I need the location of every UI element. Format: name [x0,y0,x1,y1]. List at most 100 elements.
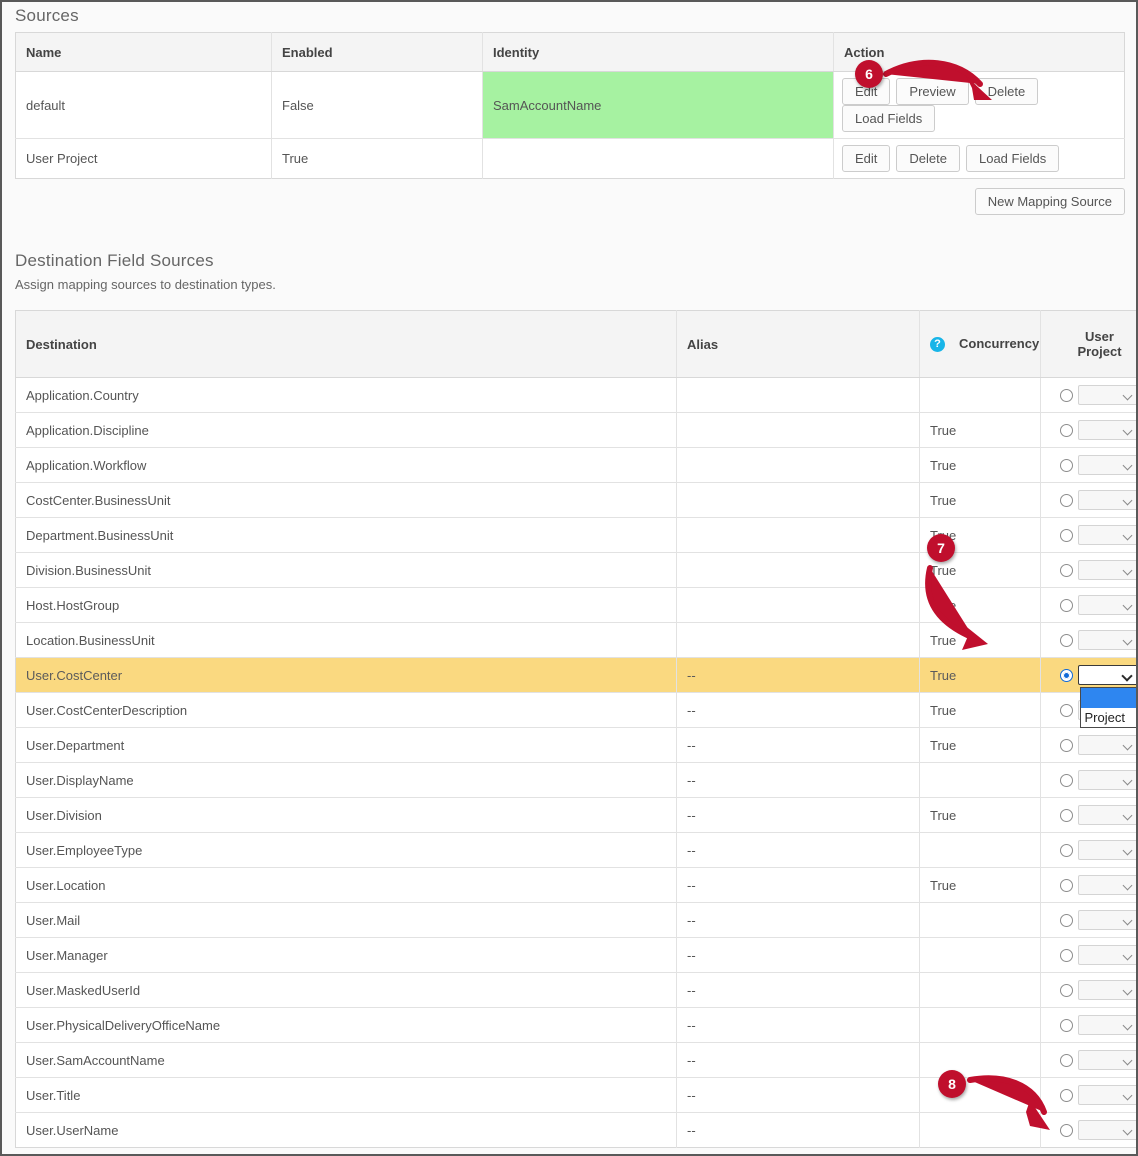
destination-cell-user-project [1041,553,1138,588]
dropdown-option[interactable]: Project [1081,708,1138,727]
destination-cell-concurrency [920,1008,1041,1043]
load-fields-button[interactable]: Load Fields [966,145,1059,172]
edit-button[interactable]: Edit [842,145,890,172]
destination-cell-concurrency: True [920,413,1041,448]
sources-header-row: Name Enabled Identity Action [16,33,1125,72]
destination-cell-concurrency: True [920,658,1041,693]
destination-cell-user-project [1041,973,1138,1008]
sources-row: User ProjectTrueEditDeleteLoad Fields [16,139,1125,179]
destination-row: User.CostCenterDescription--True [16,693,1138,728]
destination-row: User.CostCenter--True [16,658,1138,693]
destination-row: Division.BusinessUnitTrue [16,553,1138,588]
destination-cell-alias: -- [677,798,920,833]
destination-cell-user-project [1041,938,1138,973]
user-project-radio[interactable] [1060,424,1073,437]
user-project-radio[interactable] [1060,1124,1073,1137]
user-project-radio[interactable] [1060,704,1073,717]
destination-cell-alias: -- [677,1043,920,1078]
load-fields-button[interactable]: Load Fields [842,105,935,132]
sources-col-identity: Identity [483,33,834,72]
user-project-select[interactable] [1078,525,1138,545]
destination-cell-user-project [1041,1008,1138,1043]
user-project-select[interactable] [1078,875,1138,895]
user-project-select[interactable] [1078,1085,1138,1105]
user-project-select[interactable] [1078,490,1138,510]
user-project-select[interactable] [1078,630,1138,650]
user-project-radio[interactable] [1060,529,1073,542]
page-root: Sources Name Enabled Identity Action def… [0,0,1138,1156]
user-project-radio[interactable] [1060,669,1073,682]
destination-section-subtitle: Assign mapping sources to destination ty… [2,277,1136,310]
user-project-radio[interactable] [1060,914,1073,927]
destination-cell-concurrency: True [920,588,1041,623]
destination-cell-name: User.UserName [16,1113,677,1148]
user-project-select[interactable] [1078,385,1138,405]
destination-cell-concurrency: True [920,728,1041,763]
sources-section-title: Sources [2,2,1136,32]
destination-cell-user-project [1041,868,1138,903]
sources-cell-enabled: True [272,139,483,179]
user-project-select[interactable] [1078,805,1138,825]
delete-button[interactable]: Delete [975,78,1039,105]
user-project-radio[interactable] [1060,599,1073,612]
destination-cell-name: Host.HostGroup [16,588,677,623]
user-project-radio[interactable] [1060,984,1073,997]
user-project-radio[interactable] [1060,389,1073,402]
sources-cell-enabled: False [272,72,483,139]
destination-section-title: Destination Field Sources [2,215,1136,277]
help-circle-icon[interactable]: ? [930,337,945,352]
user-project-radio[interactable] [1060,1019,1073,1032]
sources-actions-row: New Mapping Source [15,188,1125,215]
user-project-select[interactable] [1078,1015,1138,1035]
user-project-select[interactable] [1078,1120,1138,1140]
destination-row: Application.DisciplineTrue [16,413,1138,448]
destination-cell-concurrency: True [920,693,1041,728]
preview-button[interactable]: Preview [896,78,968,105]
destination-cell-alias: -- [677,1113,920,1148]
destination-cell-concurrency [920,833,1041,868]
user-project-select[interactable] [1078,455,1138,475]
user-project-select[interactable] [1078,420,1138,440]
user-project-select[interactable] [1078,980,1138,1000]
user-project-select[interactable] [1078,735,1138,755]
new-mapping-source-button[interactable]: New Mapping Source [975,188,1125,215]
destination-cell-alias [677,553,920,588]
user-project-radio[interactable] [1060,459,1073,472]
user-project-radio[interactable] [1060,634,1073,647]
destination-cell-user-project [1041,903,1138,938]
destination-cell-alias [677,623,920,658]
user-project-select[interactable] [1078,770,1138,790]
user-project-select[interactable] [1078,945,1138,965]
destination-cell-concurrency: True [920,448,1041,483]
user-project-select[interactable] [1078,595,1138,615]
user-project-radio[interactable] [1060,879,1073,892]
user-project-radio[interactable] [1060,494,1073,507]
destination-cell-name: User.PhysicalDeliveryOfficeName [16,1008,677,1043]
user-project-select[interactable] [1078,560,1138,580]
user-project-radio[interactable] [1060,1089,1073,1102]
user-project-radio[interactable] [1060,1054,1073,1067]
destination-col-destination: Destination [16,311,677,378]
user-project-radio[interactable] [1060,844,1073,857]
user-project-select[interactable] [1078,840,1138,860]
destination-row: User.UserName-- [16,1113,1138,1148]
destination-cell-alias: -- [677,728,920,763]
user-project-radio[interactable] [1060,774,1073,787]
user-project-radio[interactable] [1060,739,1073,752]
user-project-select[interactable] [1078,1050,1138,1070]
destination-cell-name: User.Location [16,868,677,903]
destination-cell-alias: -- [677,693,920,728]
delete-button[interactable]: Delete [896,145,960,172]
user-project-radio[interactable] [1060,949,1073,962]
user-project-radio[interactable] [1060,809,1073,822]
destination-row: Application.Country [16,378,1138,413]
destination-col-concurrency: ?Concurrency [920,311,1041,378]
user-project-select[interactable] [1078,910,1138,930]
destination-row: Application.WorkflowTrue [16,448,1138,483]
destination-row: Host.HostGroup True [16,588,1138,623]
user-project-radio[interactable] [1060,564,1073,577]
source-select-dropdown-open[interactable]: Project [1080,687,1138,728]
user-project-select[interactable] [1078,665,1138,685]
dropdown-option[interactable] [1081,688,1138,708]
destination-cell-user-project [1041,588,1138,623]
